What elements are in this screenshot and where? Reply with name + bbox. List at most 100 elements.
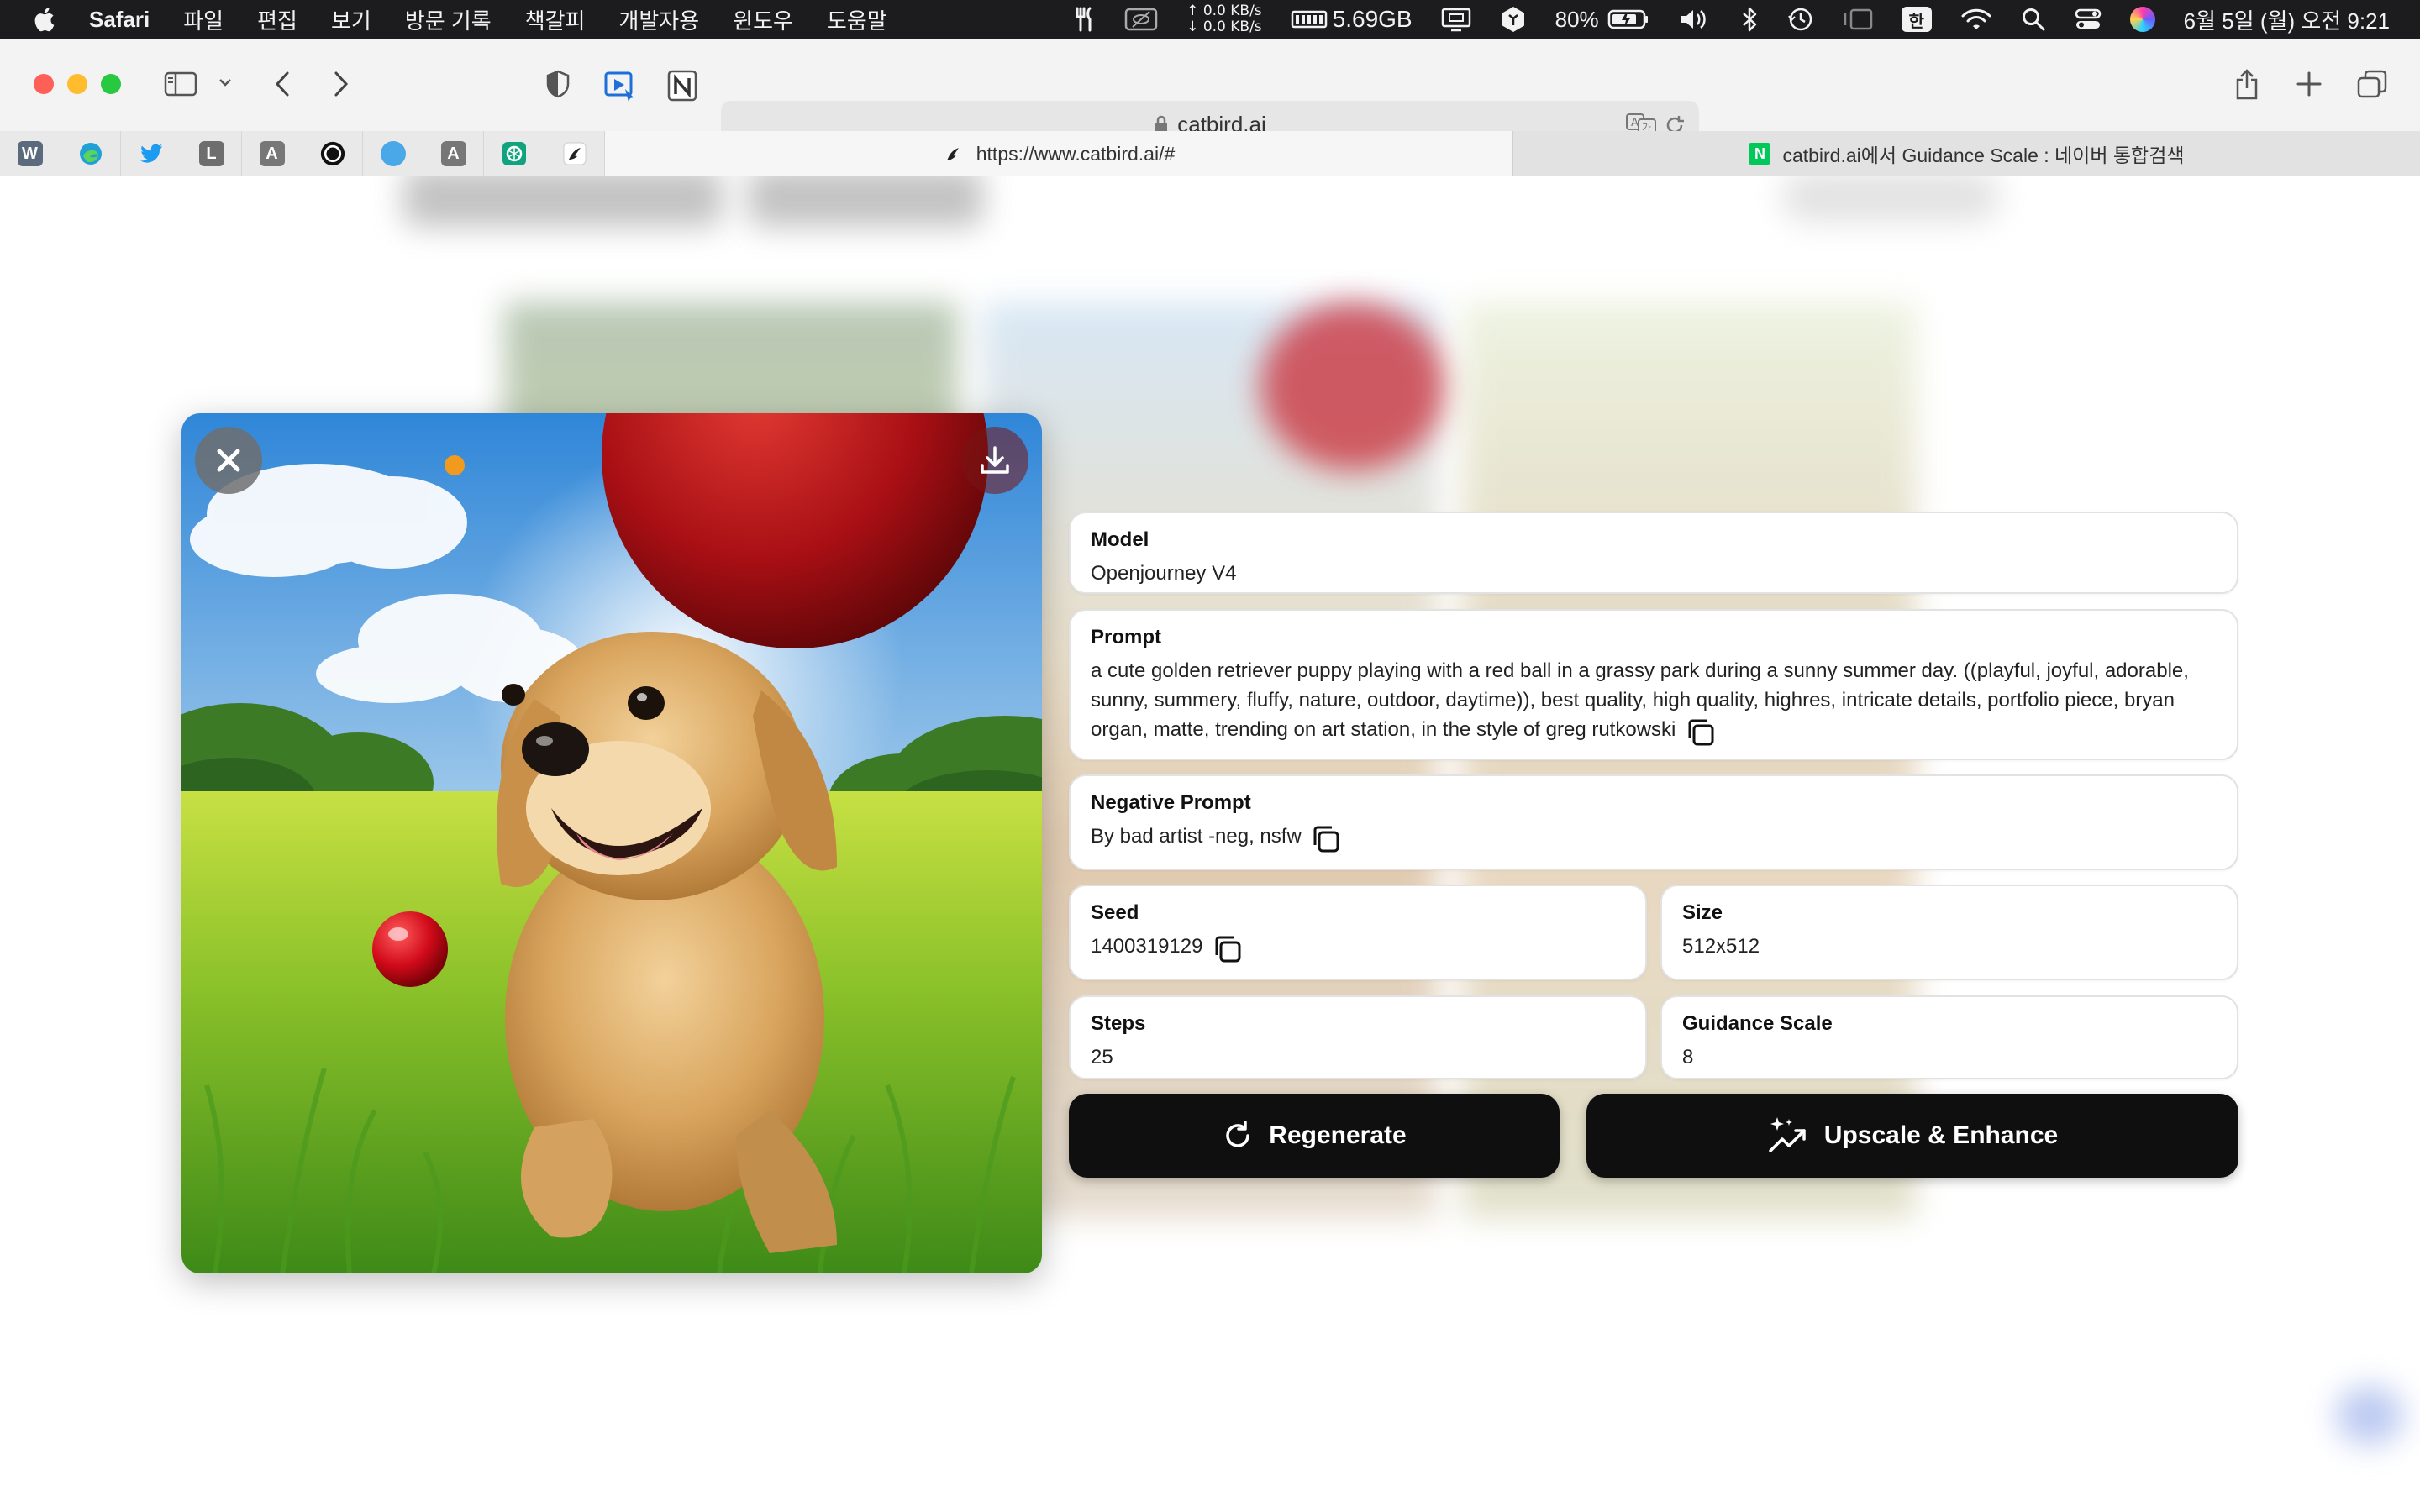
wifi-icon[interactable] [1960,0,1992,39]
spotlight-search-icon[interactable] [2021,0,2046,39]
size-value: 512x512 [1682,935,1760,958]
seed-value: 1400319129 [1091,935,1203,958]
memory-status[interactable]: 5.69GB [1291,0,1413,39]
sparkle-trend-icon [1769,1117,1806,1152]
net-up: ↑ 0.0 KB/s [1186,3,1262,19]
siri-icon[interactable] [2129,0,2155,39]
pinned-tab-twitter[interactable] [121,131,182,176]
input-source[interactable]: 한 [1901,0,1932,39]
window-close-button[interactable] [34,74,54,94]
tab-overview-icon[interactable] [2354,67,2390,101]
tab-catbird[interactable]: https://www.catbird.ai/# [605,131,1512,176]
menu-edit[interactable]: 편집 [257,4,297,35]
pinned-tab-a[interactable]: A [242,131,302,176]
volume-icon[interactable] [1678,0,1712,39]
a-icon-2: A [440,141,466,166]
pinned-tab-openai[interactable] [302,131,363,176]
window-minimize-button[interactable] [67,74,87,94]
model-value: Openjourney V4 [1091,562,1237,585]
battery-percent: 80% [1555,6,1599,32]
seed-card: Seed 1400319129 [1069,885,1647,980]
battery-icon [1607,9,1648,29]
close-modal-button[interactable] [195,427,262,494]
control-center-icon[interactable] [2075,0,2102,39]
menu-help[interactable]: 도움말 [827,4,887,35]
display-icon[interactable] [1441,0,1471,39]
play-extension-icon[interactable] [602,67,639,104]
copy-prompt-icon[interactable] [1685,717,1717,748]
catbird-icon [563,142,586,165]
hidden-eye-icon[interactable] [1124,0,1158,39]
copy-negative-prompt-icon[interactable] [1310,823,1342,855]
tab-title: catbird.ai에서 Guidance Scale : 네이버 통합검색 [1782,144,2185,166]
seed-label: Seed [1091,901,1139,924]
menu-view[interactable]: 보기 [331,4,371,35]
regenerate-button[interactable]: Regenerate [1069,1094,1560,1178]
background-image-blur-3 [1462,302,1916,1218]
tab-naver-search[interactable]: N catbird.ai에서 Guidance Scale : 네이버 통합검색 [1512,131,2420,176]
privacy-shield-icon[interactable] [541,67,575,101]
apple-menu-icon[interactable] [30,5,55,34]
w-icon: W [17,141,43,166]
refresh-icon [1226,1121,1250,1147]
a-icon: A [259,141,285,166]
back-button[interactable] [267,67,297,101]
forward-button[interactable] [326,67,356,101]
pinned-tab-a2[interactable]: A [424,131,484,176]
time-machine-icon[interactable] [1787,0,1814,39]
pinned-tab-l[interactable]: L [182,131,242,176]
battery-status[interactable]: 80% [1555,0,1649,39]
share-icon[interactable] [2230,66,2264,102]
menu-bar: Safari 파일 편집 보기 방문 기록 책갈피 개발자용 윈도우 도움말 ↑… [0,0,2420,39]
sidebar-toggle-icon[interactable] [161,67,200,101]
model-card: Model Openjourney V4 [1069,512,2238,594]
window-zoom-button[interactable] [101,74,121,94]
guidance-scale-card: Guidance Scale 8 [1660,995,2238,1079]
hex-app-icon[interactable] [1500,0,1527,39]
chatgpt-icon [502,142,526,165]
pinned-tab-w[interactable]: W [0,131,60,176]
chevron-down-icon[interactable] [215,72,235,92]
l-icon: L [198,141,224,166]
upscale-label: Upscale & Enhance [1823,1121,2059,1149]
pinned-tab-catbird[interactable] [544,131,605,176]
model-label: Model [1091,528,1150,551]
pinned-tab-blue-dot[interactable] [363,131,424,176]
bluetooth-icon[interactable] [1740,0,1759,39]
steps-value: 25 [1091,1046,1113,1068]
generated-image [182,413,1042,1273]
prompt-label: Prompt [1091,626,1161,648]
copy-seed-icon[interactable] [1212,933,1244,965]
pinned-tab-chatgpt[interactable] [484,131,544,176]
puppy-artwork [182,413,1042,1273]
app-name[interactable]: Safari [89,7,150,33]
guidance-scale-value: 8 [1682,1046,1694,1068]
stage-manager-icon[interactable] [1843,0,1873,39]
menu-history[interactable]: 방문 기록 [405,4,492,35]
menu-file[interactable]: 파일 [183,4,224,35]
naver-icon: N [1749,143,1771,165]
background-chat-widget-blur [2336,1386,2403,1445]
openai-dark-icon [320,141,345,166]
new-tab-icon[interactable] [2292,67,2326,101]
menu-window[interactable]: 윈도우 [733,4,793,35]
catbird-icon [946,148,959,160]
steps-card: Steps 25 [1069,995,1647,1079]
memory-value: 5.69GB [1332,6,1413,32]
download-image-button[interactable] [961,427,1028,494]
pinned-tab-edge[interactable] [60,131,121,176]
background-avatar-blur [1781,176,2000,222]
notion-extension-icon[interactable] [664,67,701,104]
fork-knife-icon[interactable] [1072,0,1096,39]
page-content: Model Openjourney V4 Prompt a cute golde… [0,176,2420,1512]
tab-title: https://www.catbird.ai/# [976,142,1176,165]
network-speed[interactable]: ↑ 0.0 KB/s ↓ 0.0 KB/s [1186,0,1261,39]
blue-dot-icon [380,141,406,166]
menu-develop[interactable]: 개발자용 [618,4,699,35]
safari-toolbar: catbird.ai A가 [0,39,2420,148]
regenerate-label: Regenerate [1269,1121,1407,1149]
background-ball-blur [1260,302,1445,470]
menu-bookmarks[interactable]: 책갈피 [525,4,586,35]
upscale-enhance-button[interactable]: Upscale & Enhance [1586,1094,2238,1178]
menubar-clock[interactable]: 6월 5일 (월) 오전 9:21 [2184,0,2390,39]
